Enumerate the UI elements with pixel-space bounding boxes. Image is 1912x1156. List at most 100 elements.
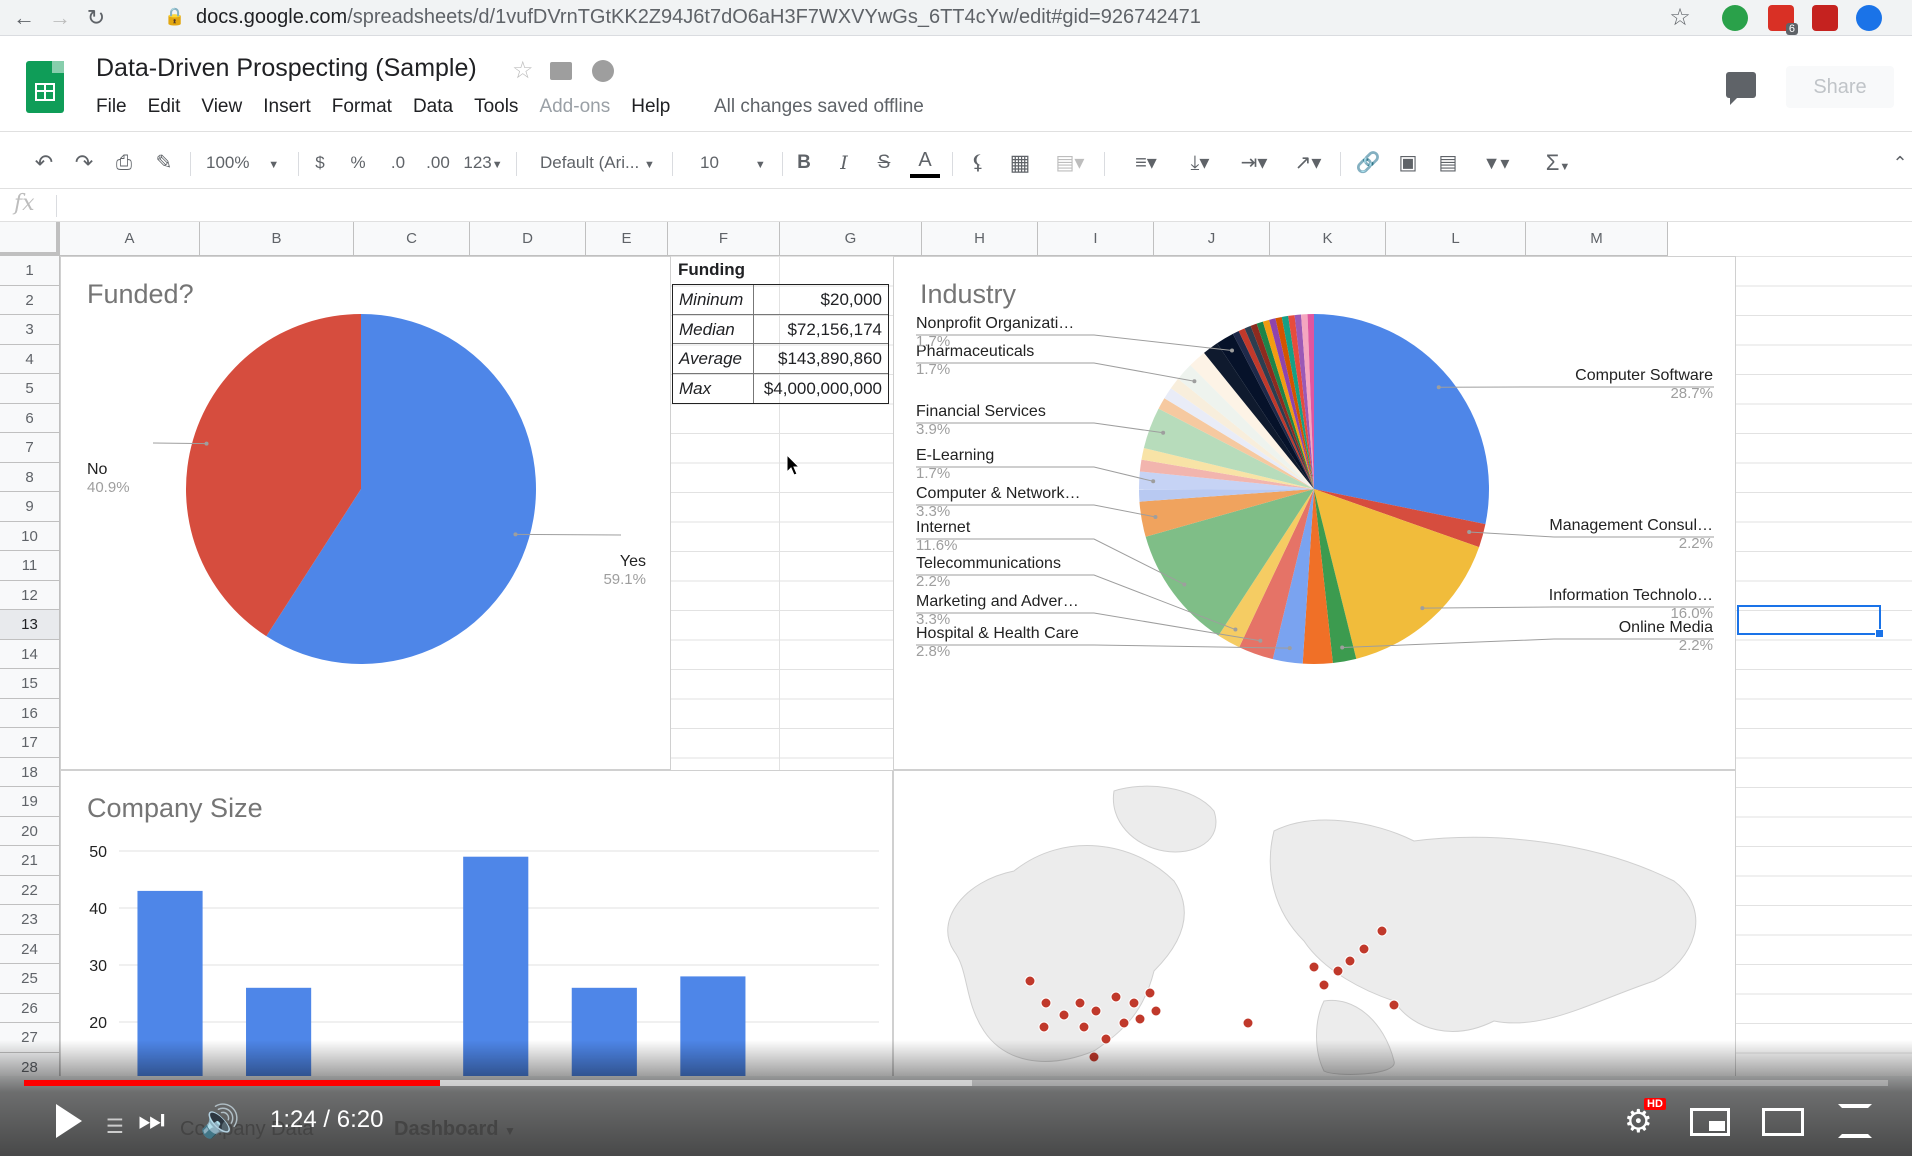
menu-tools[interactable]: Tools [474, 96, 529, 124]
row-header[interactable]: 19 [0, 787, 60, 817]
map-marker[interactable] [1134, 1013, 1146, 1025]
column-header[interactable]: E [586, 222, 668, 256]
map-marker[interactable] [1376, 925, 1388, 937]
company-size-bar-chart[interactable]: Company Size 50 40 30 20 [60, 770, 893, 1076]
row-header[interactable]: 20 [0, 816, 60, 846]
map-marker[interactable] [1038, 1021, 1050, 1033]
back-icon[interactable]: ← [10, 4, 38, 32]
row-header[interactable]: 13 [0, 610, 60, 640]
funding-row[interactable]: Median $72,156,174 [673, 314, 888, 344]
undo-icon[interactable]: ↶ [30, 148, 58, 178]
menu-insert[interactable]: Insert [263, 96, 322, 124]
insert-link-icon[interactable]: 🔗 [1354, 148, 1382, 178]
print-icon[interactable]: ⎙ [110, 148, 138, 178]
column-header[interactable]: H [922, 222, 1038, 256]
document-title[interactable]: Data-Driven Prospecting (Sample) [96, 54, 477, 83]
row-header[interactable]: 12 [0, 580, 60, 610]
row-header[interactable]: 3 [0, 315, 60, 345]
redo-icon[interactable]: ↷ [70, 148, 98, 178]
compass-extension-icon[interactable] [1856, 5, 1882, 31]
zoom-select[interactable]: 100% ▼ [206, 148, 286, 178]
map-marker[interactable] [1242, 1017, 1254, 1029]
font-family-select[interactable]: Default (Ari... ▼ [540, 148, 664, 178]
column-header[interactable]: L [1386, 222, 1526, 256]
more-formats-button[interactable]: 123▼ [460, 148, 506, 178]
text-rotation-icon[interactable]: ↗▾ [1286, 148, 1330, 178]
merge-cells-icon[interactable]: ▤▾ [1048, 148, 1092, 178]
map-marker[interactable] [1058, 1009, 1070, 1021]
column-header[interactable]: C [354, 222, 470, 256]
calendar-extension-icon[interactable]: 6 [1768, 5, 1798, 35]
map-marker[interactable] [1128, 997, 1140, 1009]
funded-pie-chart[interactable]: Funded? No 40.9% Yes 59.1% [60, 256, 671, 770]
collapse-toolbar-icon[interactable]: ⌃ [1890, 148, 1910, 178]
map-marker[interactable] [1074, 997, 1086, 1009]
industry-pie-chart[interactable]: Industry Computer Software 28.7% Managemen… [893, 256, 1736, 770]
menu-file[interactable]: File [96, 96, 138, 124]
column-header[interactable]: G [780, 222, 922, 256]
row-header[interactable]: 8 [0, 462, 60, 492]
row-header[interactable]: 17 [0, 728, 60, 758]
comments-icon[interactable] [1726, 72, 1756, 105]
italic-button[interactable]: I [830, 148, 858, 178]
row-header[interactable]: 5 [0, 374, 60, 404]
forward-icon[interactable]: → [46, 4, 74, 32]
strikethrough-button[interactable]: S [870, 148, 898, 178]
pie-slice[interactable] [1314, 314, 1489, 525]
play-icon[interactable] [56, 1104, 82, 1138]
geo-map-chart[interactable] [893, 770, 1736, 1076]
menu-format[interactable]: Format [332, 96, 403, 124]
map-marker[interactable] [1144, 987, 1156, 999]
column-header[interactable]: K [1270, 222, 1386, 256]
column-header[interactable]: M [1526, 222, 1668, 256]
map-marker[interactable] [1040, 997, 1052, 1009]
next-icon[interactable]: ⏭ [138, 1104, 165, 1138]
column-header[interactable]: B [200, 222, 354, 256]
offline-icon[interactable] [592, 60, 614, 82]
row-header[interactable]: 24 [0, 934, 60, 964]
row-header[interactable]: 23 [0, 905, 60, 935]
row-header[interactable]: 9 [0, 492, 60, 522]
font-size-select[interactable]: 10 ▼ [700, 148, 770, 178]
paint-format-icon[interactable]: ✎ [150, 148, 178, 178]
row-header[interactable]: 15 [0, 669, 60, 699]
funding-row[interactable]: Mininum $20,000 [673, 285, 888, 315]
column-header[interactable]: F [668, 222, 780, 256]
playlist-icon[interactable]: ☰ [106, 1114, 124, 1139]
column-header[interactable]: D [470, 222, 586, 256]
map-marker[interactable] [1318, 979, 1330, 991]
column-header[interactable]: J [1154, 222, 1270, 256]
menu-edit[interactable]: Edit [148, 96, 192, 124]
row-header[interactable]: 26 [0, 993, 60, 1023]
row-header[interactable]: 25 [0, 964, 60, 994]
map-marker[interactable] [1024, 975, 1036, 987]
decrease-decimal-button[interactable]: .0 [382, 148, 414, 178]
selected-cell[interactable] [1737, 605, 1884, 638]
menu-view[interactable]: View [201, 96, 253, 124]
row-header[interactable]: 6 [0, 403, 60, 433]
settings-gear-icon[interactable]: ⚙ HD [1624, 1098, 1666, 1140]
evernote-extension-icon[interactable] [1722, 5, 1748, 31]
row-header[interactable]: 11 [0, 551, 60, 581]
insert-comment-icon[interactable]: ▣ [1394, 148, 1422, 178]
select-all-corner[interactable] [0, 222, 60, 256]
percent-format-button[interactable]: % [344, 148, 372, 178]
map-marker[interactable] [1150, 1005, 1162, 1017]
reload-icon[interactable]: ↻ [82, 4, 110, 32]
menu-data[interactable]: Data [413, 96, 464, 124]
map-marker[interactable] [1332, 965, 1344, 977]
pdf-extension-icon[interactable] [1812, 5, 1838, 31]
column-header[interactable]: A [60, 222, 200, 256]
map-marker[interactable] [1118, 1017, 1130, 1029]
share-button[interactable]: Share [1786, 66, 1894, 108]
map-marker[interactable] [1110, 991, 1122, 1003]
row-header[interactable]: 1 [0, 256, 60, 286]
map-marker[interactable] [1344, 955, 1356, 967]
vertical-align-icon[interactable]: ⤓▾ [1178, 148, 1222, 178]
row-header[interactable]: 22 [0, 875, 60, 905]
row-header[interactable]: 18 [0, 757, 60, 787]
map-marker[interactable] [1358, 943, 1370, 955]
text-wrapping-icon[interactable]: ⇥▾ [1232, 148, 1276, 178]
row-header[interactable]: 4 [0, 344, 60, 374]
sheets-logo-icon[interactable] [26, 61, 64, 113]
